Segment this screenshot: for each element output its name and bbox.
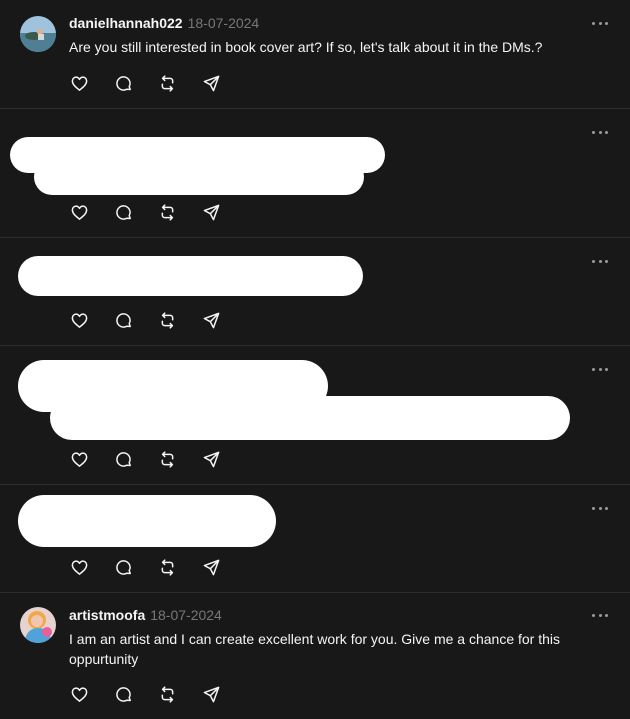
send-icon[interactable]	[201, 73, 221, 93]
comment-icon[interactable]	[113, 73, 133, 93]
post-item	[0, 485, 630, 593]
post-item: danielhannah022 18-07-2024 Are you still …	[0, 0, 630, 109]
send-icon[interactable]	[201, 684, 221, 704]
redacted-content	[34, 159, 364, 195]
repost-icon[interactable]	[157, 310, 177, 330]
heart-icon[interactable]	[69, 449, 89, 469]
comment-icon[interactable]	[113, 449, 133, 469]
more-icon[interactable]	[592, 505, 608, 511]
heart-icon[interactable]	[69, 684, 89, 704]
repost-icon[interactable]	[157, 449, 177, 469]
send-icon[interactable]	[201, 449, 221, 469]
more-icon[interactable]	[592, 129, 608, 135]
username-link[interactable]: artistmoofa	[69, 607, 145, 623]
post-item: artistmoofa 18-07-2024 I am an artist and…	[0, 593, 630, 719]
post-item	[0, 346, 630, 485]
comment-icon[interactable]	[113, 557, 133, 577]
repost-icon[interactable]	[157, 73, 177, 93]
send-icon[interactable]	[201, 557, 221, 577]
post-actions	[69, 202, 245, 222]
post-item	[0, 238, 630, 346]
more-icon[interactable]	[592, 612, 608, 618]
comment-icon[interactable]	[113, 202, 133, 222]
post-actions	[69, 310, 245, 330]
more-icon[interactable]	[592, 258, 608, 264]
repost-icon[interactable]	[157, 684, 177, 704]
heart-icon[interactable]	[69, 202, 89, 222]
redacted-content	[18, 495, 276, 547]
post-actions	[69, 557, 245, 577]
thread-feed: danielhannah022 18-07-2024 Are you still …	[0, 0, 630, 719]
post-header: danielhannah022 18-07-2024	[69, 14, 259, 32]
comment-icon[interactable]	[113, 684, 133, 704]
send-icon[interactable]	[201, 202, 221, 222]
post-text: Are you still interested in book cover a…	[69, 39, 543, 55]
redacted-content	[18, 256, 363, 296]
heart-icon[interactable]	[69, 73, 89, 93]
avatar[interactable]	[20, 16, 56, 52]
comment-icon[interactable]	[113, 310, 133, 330]
post-actions	[69, 449, 245, 469]
username-link[interactable]: danielhannah022	[69, 15, 183, 31]
more-icon[interactable]	[592, 20, 608, 26]
repost-icon[interactable]	[157, 202, 177, 222]
redacted-content	[50, 396, 570, 440]
post-date: 18-07-2024	[187, 15, 260, 31]
avatar[interactable]	[20, 607, 56, 643]
post-text: I am an artist and I can create excellen…	[69, 631, 561, 667]
post-date: 18-07-2024	[150, 607, 222, 623]
post-header: artistmoofa 18-07-2024	[69, 606, 222, 624]
heart-icon[interactable]	[69, 310, 89, 330]
post-item	[0, 109, 630, 238]
repost-icon[interactable]	[157, 557, 177, 577]
more-icon[interactable]	[592, 366, 608, 372]
heart-icon[interactable]	[69, 557, 89, 577]
post-actions	[69, 73, 245, 93]
post-actions	[69, 684, 245, 704]
send-icon[interactable]	[201, 310, 221, 330]
